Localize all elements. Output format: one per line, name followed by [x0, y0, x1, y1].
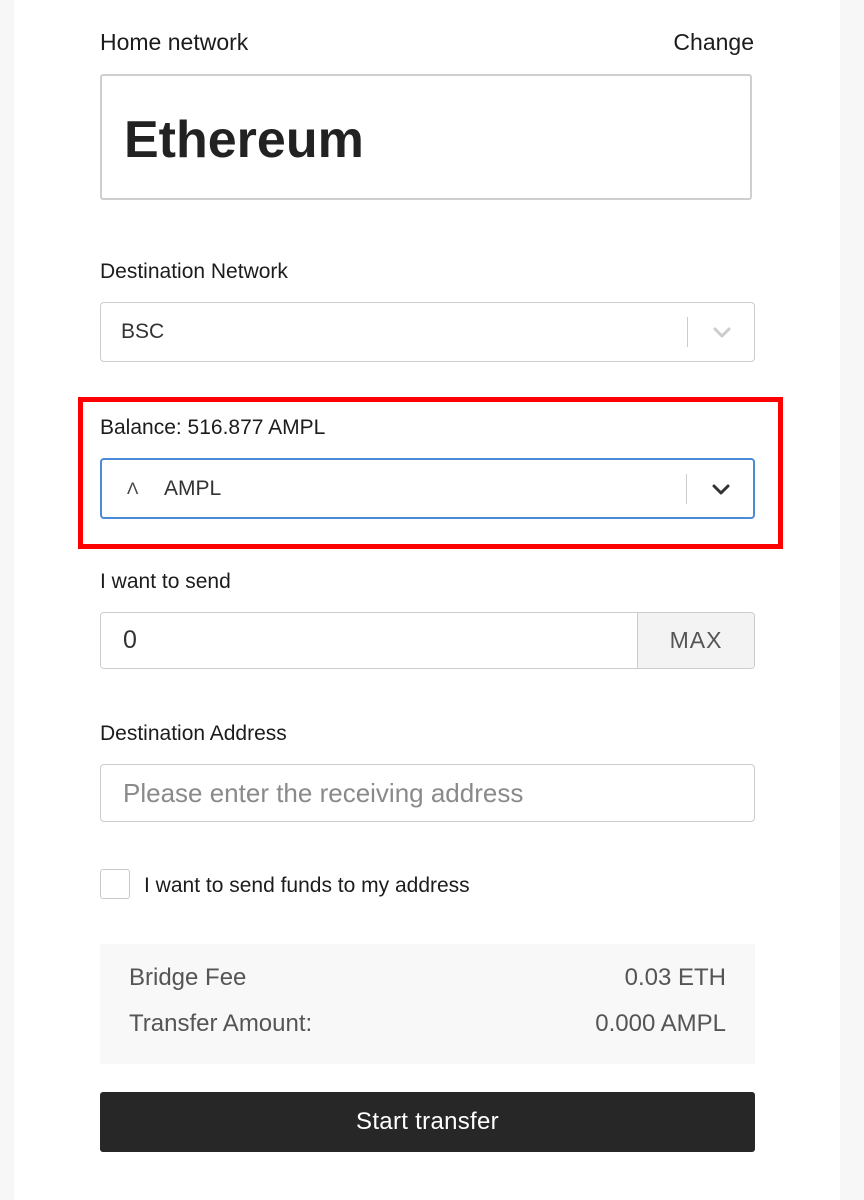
- destination-address-input[interactable]: [100, 764, 755, 822]
- send-to-my-address-label[interactable]: I want to send funds to my address: [144, 875, 470, 896]
- token-select[interactable]: Λ AMPL: [100, 458, 755, 519]
- send-amount-label: I want to send: [100, 570, 231, 593]
- bridge-fee-label: Bridge Fee: [129, 964, 247, 991]
- home-network-box: Ethereum: [100, 74, 752, 200]
- balance-label: Balance: 516.877 AMPL: [100, 416, 326, 439]
- bridge-fee-value: 0.03 ETH: [624, 964, 726, 991]
- select-separator: [687, 317, 688, 347]
- token-value: AMPL: [164, 476, 222, 500]
- chevron-down-icon[interactable]: [712, 322, 732, 342]
- chevron-down-icon[interactable]: [711, 479, 731, 499]
- amount-input[interactable]: [101, 613, 637, 668]
- bridge-form: Home network Change Ethereum Destination…: [14, 0, 840, 1200]
- fee-summary: Bridge Fee 0.03 ETH Transfer Amount: 0.0…: [100, 944, 755, 1064]
- select-separator: [686, 474, 687, 504]
- destination-network-value: BSC: [121, 320, 165, 343]
- destination-network-select[interactable]: BSC: [100, 302, 755, 362]
- transfer-amount-value: 0.000 AMPL: [595, 1010, 726, 1037]
- send-to-my-address-checkbox[interactable]: [100, 869, 130, 899]
- change-network-link[interactable]: Change: [673, 31, 754, 54]
- ampl-token-icon: Λ: [127, 478, 139, 498]
- destination-network-label: Destination Network: [100, 260, 288, 283]
- home-network-value: Ethereum: [124, 111, 364, 169]
- destination-address-label: Destination Address: [100, 722, 287, 745]
- start-transfer-button[interactable]: Start transfer: [100, 1092, 755, 1152]
- max-button[interactable]: MAX: [637, 613, 754, 668]
- send-amount-field: MAX: [100, 612, 755, 669]
- transfer-amount-label: Transfer Amount:: [129, 1010, 313, 1037]
- home-network-label: Home network: [100, 29, 249, 55]
